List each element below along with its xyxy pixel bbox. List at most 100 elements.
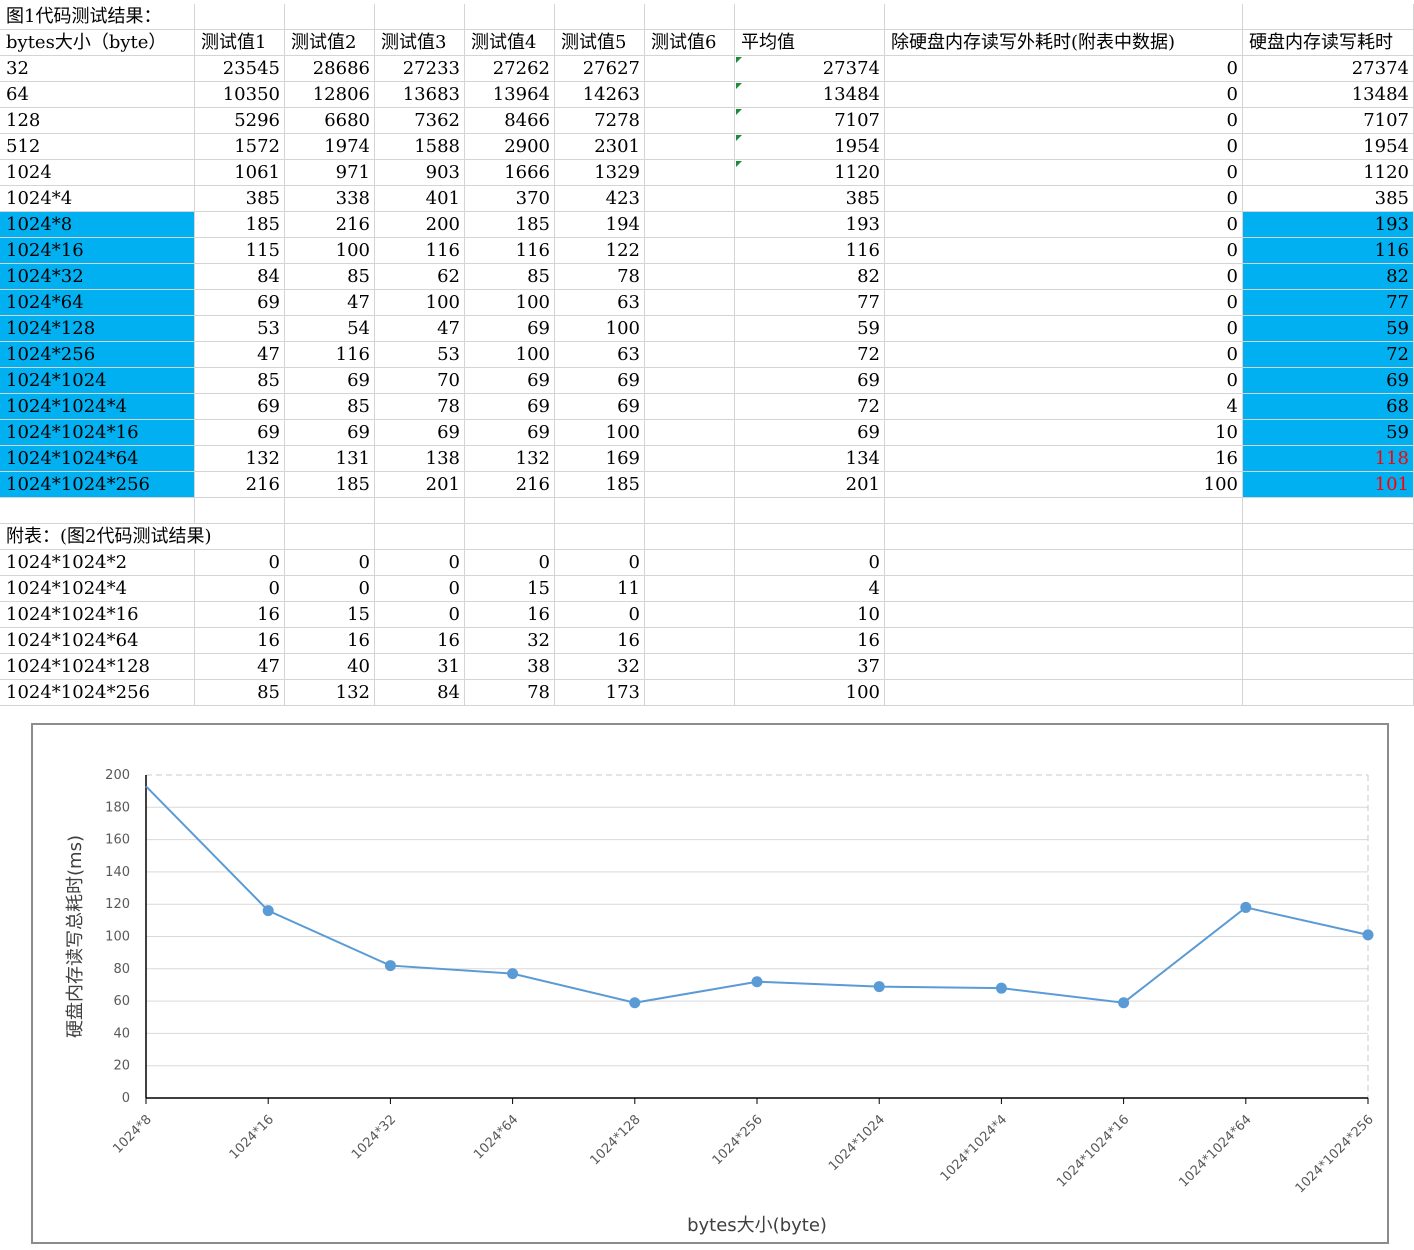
value-cell[interactable]: 971 bbox=[285, 160, 375, 186]
sheet-cell[interactable] bbox=[285, 4, 375, 30]
value-cell[interactable]: 12806 bbox=[285, 82, 375, 108]
value-cell[interactable]: 27262 bbox=[465, 56, 555, 82]
value-cell[interactable]: 47 bbox=[375, 316, 465, 342]
value-cell[interactable]: 385 bbox=[195, 186, 285, 212]
row-label[interactable]: 1024*1024*2 bbox=[0, 550, 195, 576]
empty-cell[interactable] bbox=[645, 108, 735, 134]
value-cell[interactable]: 78 bbox=[375, 394, 465, 420]
value-cell[interactable]: 84 bbox=[195, 264, 285, 290]
sheet-cell[interactable] bbox=[645, 524, 735, 550]
sheet-cell[interactable] bbox=[555, 524, 645, 550]
other-time-cell[interactable]: 0 bbox=[885, 290, 1243, 316]
empty-cell[interactable] bbox=[885, 576, 1243, 602]
row-label[interactable]: 1024*64 bbox=[0, 290, 195, 316]
empty-cell[interactable] bbox=[645, 420, 735, 446]
sheet-cell[interactable] bbox=[465, 498, 555, 524]
sheet-cell[interactable] bbox=[0, 498, 195, 524]
value-cell[interactable]: 132 bbox=[465, 446, 555, 472]
disk-time-cell[interactable]: 82 bbox=[1243, 264, 1414, 290]
average-cell[interactable]: 77 bbox=[735, 290, 885, 316]
value-cell[interactable]: 31 bbox=[375, 654, 465, 680]
other-time-cell[interactable]: 0 bbox=[885, 238, 1243, 264]
value-cell[interactable]: 69 bbox=[555, 368, 645, 394]
empty-cell[interactable] bbox=[645, 186, 735, 212]
empty-cell[interactable] bbox=[1243, 550, 1414, 576]
value-cell[interactable]: 69 bbox=[465, 394, 555, 420]
value-cell[interactable]: 200 bbox=[375, 212, 465, 238]
other-time-cell[interactable]: 0 bbox=[885, 368, 1243, 394]
value-cell[interactable]: 69 bbox=[195, 290, 285, 316]
sheet-cell[interactable] bbox=[285, 524, 375, 550]
value-cell[interactable]: 15 bbox=[465, 576, 555, 602]
sheet-cell[interactable] bbox=[465, 524, 555, 550]
sheet-cell[interactable] bbox=[645, 498, 735, 524]
other-time-cell[interactable]: 100 bbox=[885, 472, 1243, 498]
empty-cell[interactable] bbox=[645, 160, 735, 186]
average-cell[interactable]: 1120 bbox=[735, 160, 885, 186]
value-cell[interactable]: 116 bbox=[285, 342, 375, 368]
value-cell[interactable]: 13964 bbox=[465, 82, 555, 108]
value-cell[interactable]: 6680 bbox=[285, 108, 375, 134]
empty-cell[interactable] bbox=[645, 56, 735, 82]
sheet-cell[interactable] bbox=[375, 498, 465, 524]
average-cell[interactable]: 27374 bbox=[735, 56, 885, 82]
value-cell[interactable]: 2900 bbox=[465, 134, 555, 160]
empty-cell[interactable] bbox=[1243, 628, 1414, 654]
other-time-cell[interactable]: 0 bbox=[885, 82, 1243, 108]
value-cell[interactable]: 122 bbox=[555, 238, 645, 264]
value-cell[interactable]: 100 bbox=[375, 290, 465, 316]
other-time-cell[interactable]: 4 bbox=[885, 394, 1243, 420]
value-cell[interactable]: 38 bbox=[465, 654, 555, 680]
value-cell[interactable]: 423 bbox=[555, 186, 645, 212]
value-cell[interactable]: 0 bbox=[375, 576, 465, 602]
sheet-cell[interactable] bbox=[645, 4, 735, 30]
value-cell[interactable]: 10350 bbox=[195, 82, 285, 108]
row-label[interactable]: 1024*1024*64 bbox=[0, 446, 195, 472]
average-cell[interactable]: 0 bbox=[735, 550, 885, 576]
sheet-cell[interactable] bbox=[285, 498, 375, 524]
row-label[interactable]: 1024 bbox=[0, 160, 195, 186]
average-cell[interactable]: 7107 bbox=[735, 108, 885, 134]
value-cell[interactable]: 69 bbox=[465, 316, 555, 342]
value-cell[interactable]: 100 bbox=[555, 316, 645, 342]
row-label[interactable]: 64 bbox=[0, 82, 195, 108]
value-cell[interactable]: 15 bbox=[285, 602, 375, 628]
other-time-cell[interactable]: 0 bbox=[885, 108, 1243, 134]
value-cell[interactable]: 1974 bbox=[285, 134, 375, 160]
empty-cell[interactable] bbox=[645, 680, 735, 706]
row-label[interactable]: 512 bbox=[0, 134, 195, 160]
value-cell[interactable]: 338 bbox=[285, 186, 375, 212]
value-cell[interactable]: 0 bbox=[375, 602, 465, 628]
average-cell[interactable]: 82 bbox=[735, 264, 885, 290]
value-cell[interactable]: 78 bbox=[465, 680, 555, 706]
empty-cell[interactable] bbox=[1243, 680, 1414, 706]
sheet-cell[interactable] bbox=[735, 524, 885, 550]
value-cell[interactable]: 84 bbox=[375, 680, 465, 706]
row-label[interactable]: 1024*1024*16 bbox=[0, 420, 195, 446]
empty-cell[interactable] bbox=[645, 446, 735, 472]
empty-cell[interactable] bbox=[645, 628, 735, 654]
empty-cell[interactable] bbox=[885, 680, 1243, 706]
row-label[interactable]: 1024*16 bbox=[0, 238, 195, 264]
table-title[interactable]: 图1代码测试结果： bbox=[0, 4, 195, 30]
value-cell[interactable]: 63 bbox=[555, 290, 645, 316]
value-cell[interactable]: 201 bbox=[375, 472, 465, 498]
empty-cell[interactable] bbox=[885, 550, 1243, 576]
value-cell[interactable]: 1666 bbox=[465, 160, 555, 186]
line-chart[interactable]: 0 20 40 60 80 100 120 140 160 180 200 1024*8 1024*16… bbox=[31, 723, 1389, 1244]
value-cell[interactable]: 173 bbox=[555, 680, 645, 706]
other-time-cell[interactable]: 0 bbox=[885, 264, 1243, 290]
row-label[interactable]: 1024*1024*16 bbox=[0, 602, 195, 628]
disk-time-cell[interactable]: 72 bbox=[1243, 342, 1414, 368]
value-cell[interactable]: 32 bbox=[465, 628, 555, 654]
average-cell[interactable]: 100 bbox=[735, 680, 885, 706]
column-header[interactable]: 测试值6 bbox=[645, 30, 735, 56]
sheet-cell[interactable] bbox=[885, 524, 1243, 550]
value-cell[interactable]: 185 bbox=[465, 212, 555, 238]
value-cell[interactable]: 8466 bbox=[465, 108, 555, 134]
average-cell[interactable]: 69 bbox=[735, 420, 885, 446]
empty-cell[interactable] bbox=[645, 316, 735, 342]
column-header[interactable]: 平均值 bbox=[735, 30, 885, 56]
value-cell[interactable]: 16 bbox=[375, 628, 465, 654]
value-cell[interactable]: 7362 bbox=[375, 108, 465, 134]
